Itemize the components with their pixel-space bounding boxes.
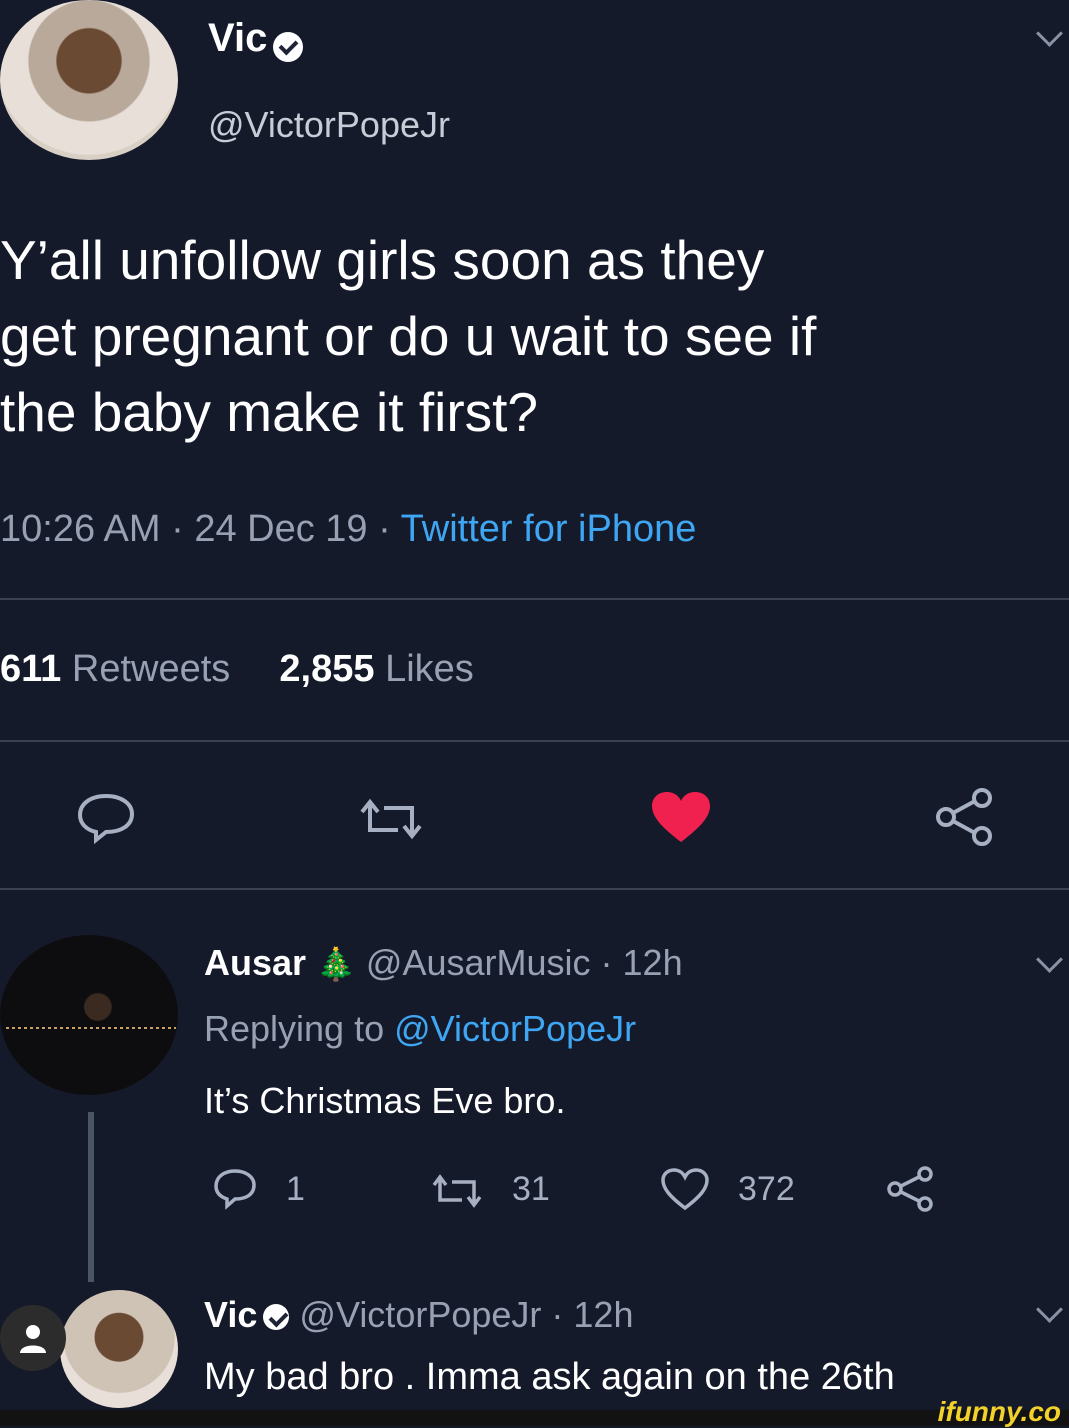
divider <box>0 888 1069 890</box>
replying-label: Replying to <box>204 1008 385 1049</box>
author-avatar[interactable] <box>0 0 178 160</box>
tweet-date: 24 Dec 19 <box>194 508 368 550</box>
retweets-count[interactable]: 611 <box>0 648 61 690</box>
author-name: Vic <box>208 16 268 60</box>
tweet-meta: 10:26 AM · 24 Dec 19 · Twitter for iPhon… <box>0 508 697 550</box>
reply-avatar[interactable] <box>0 935 178 1095</box>
anonymous-user-icon[interactable] <box>0 1305 66 1371</box>
likes-label[interactable]: Likes <box>385 648 474 690</box>
author-name-row[interactable]: Vic <box>208 16 304 62</box>
author-handle[interactable]: @VictorPopeJr <box>208 104 450 146</box>
tweet-time: 10:26 AM <box>0 508 161 550</box>
replying-to-handle[interactable]: @VictorPopeJr <box>394 1008 636 1049</box>
reply-text: It’s Christmas Eve bro. <box>204 1080 566 1121</box>
reply-author-name[interactable]: Ausar <box>204 942 306 983</box>
reply-author-handle[interactable]: @AusarMusic <box>366 942 591 983</box>
reply-header: Vic @VictorPopeJr · 12h <box>204 1294 633 1336</box>
retweets-label[interactable]: Retweets <box>72 648 230 690</box>
watermark: ifunny.co <box>937 1396 1061 1427</box>
thread-line <box>88 1112 94 1282</box>
chevron-down-icon[interactable] <box>1036 1296 1063 1323</box>
reply-author-handle[interactable]: @VictorPopeJr <box>299 1294 541 1335</box>
share-icon[interactable] <box>884 1164 938 1214</box>
replying-to: Replying to @VictorPopeJr <box>204 1008 636 1050</box>
share-icon[interactable] <box>932 786 998 848</box>
chevron-down-icon[interactable] <box>1036 946 1063 973</box>
retweet-icon[interactable] <box>428 1172 486 1210</box>
tweet-text-line: get pregnant or do u wait to see if <box>0 305 817 367</box>
reply-icon[interactable] <box>212 1168 258 1210</box>
tweet-text-line: the baby make it first? <box>0 381 539 443</box>
heart-liked-icon[interactable] <box>650 790 712 846</box>
reply-count: 1 <box>286 1170 305 1208</box>
tweet-stats: 611 Retweets 2,855 Likes <box>0 648 474 691</box>
reply-author-name[interactable]: Vic <box>204 1294 257 1335</box>
tweet-text: Y’all unfollow girls soon as they get pr… <box>0 222 1060 450</box>
reply-avatar[interactable] <box>60 1290 178 1408</box>
watermark-bar <box>0 1410 1069 1426</box>
divider <box>0 598 1069 600</box>
tweet-source[interactable]: Twitter for iPhone <box>401 508 697 550</box>
heart-icon[interactable] <box>660 1168 710 1212</box>
chevron-down-icon[interactable] <box>1036 20 1063 47</box>
reply-header: Ausar 🎄 @AusarMusic · 12h <box>204 942 683 984</box>
reply-text: My bad bro . Imma ask again on the 26th <box>204 1356 895 1398</box>
like-count: 372 <box>738 1170 795 1208</box>
verified-badge-icon <box>263 1304 290 1331</box>
likes-count[interactable]: 2,855 <box>279 648 374 690</box>
retweet-icon[interactable] <box>354 796 428 842</box>
reply-time: · 12h <box>600 942 683 983</box>
tweet-text-line: Y’all unfollow girls soon as they <box>0 229 765 291</box>
verified-badge-icon <box>273 31 304 62</box>
christmas-tree-icon: 🎄 <box>316 946 356 982</box>
retweet-count: 31 <box>512 1170 550 1208</box>
reply-time: · 12h <box>551 1294 634 1335</box>
divider <box>0 740 1069 742</box>
reply-icon[interactable] <box>76 792 136 844</box>
user-icon <box>20 1325 46 1353</box>
